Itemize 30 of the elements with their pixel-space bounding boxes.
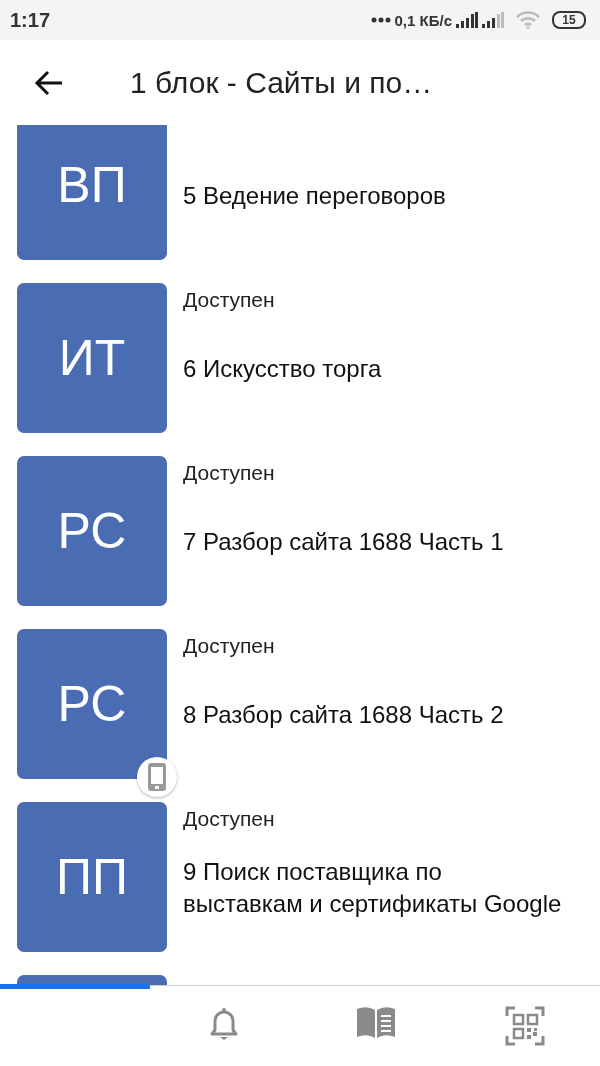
network-speed: 0,1 КБ/с: [394, 11, 452, 29]
page-title: 1 блок - Сайты и по…: [130, 65, 433, 100]
lesson-title: 8 Разбор сайта 1688 Часть 2: [183, 699, 505, 730]
lesson-tile[interactable]: ИТ: [17, 283, 167, 433]
lesson-tile[interactable]: РС: [17, 456, 167, 606]
lesson-tile[interactable]: ПП: [17, 802, 167, 952]
lesson-initials: ИТ: [58, 329, 126, 387]
wifi-icon: [516, 11, 540, 29]
lesson-initials: РС: [57, 675, 127, 733]
lesson-status: Доступен: [183, 634, 276, 659]
lesson-status: Доступен: [183, 288, 276, 313]
back-icon: [34, 69, 64, 96]
lesson-tile[interactable]: ВП: [17, 125, 167, 260]
lesson-title: 6 Искусство торга: [183, 353, 383, 384]
signal-icon: [482, 12, 504, 28]
lesson-status: Доступен: [183, 461, 276, 486]
lesson-initials: РС: [57, 502, 127, 560]
lesson-tile[interactable]: РС: [17, 629, 167, 779]
qr-scan-button[interactable]: [505, 1006, 545, 1046]
battery-icon: 15: [552, 11, 586, 29]
signal-icon: [456, 12, 478, 28]
lesson-status: Доступен: [183, 807, 276, 832]
lesson-title: 5 Ведение переговоров: [183, 180, 447, 211]
lesson-initials: ВП: [57, 156, 127, 214]
clock: 1:17: [10, 8, 51, 32]
lesson-title: 7 Разбор сайта 1688 Часть 1: [183, 526, 505, 557]
lesson-title: 9 Поиск поставщика по выставкам и сертификаты Google: [183, 856, 563, 919]
lesson-initials: ПП: [56, 848, 128, 906]
dots-icon: [370, 17, 391, 23]
book-button[interactable]: [356, 1006, 396, 1038]
